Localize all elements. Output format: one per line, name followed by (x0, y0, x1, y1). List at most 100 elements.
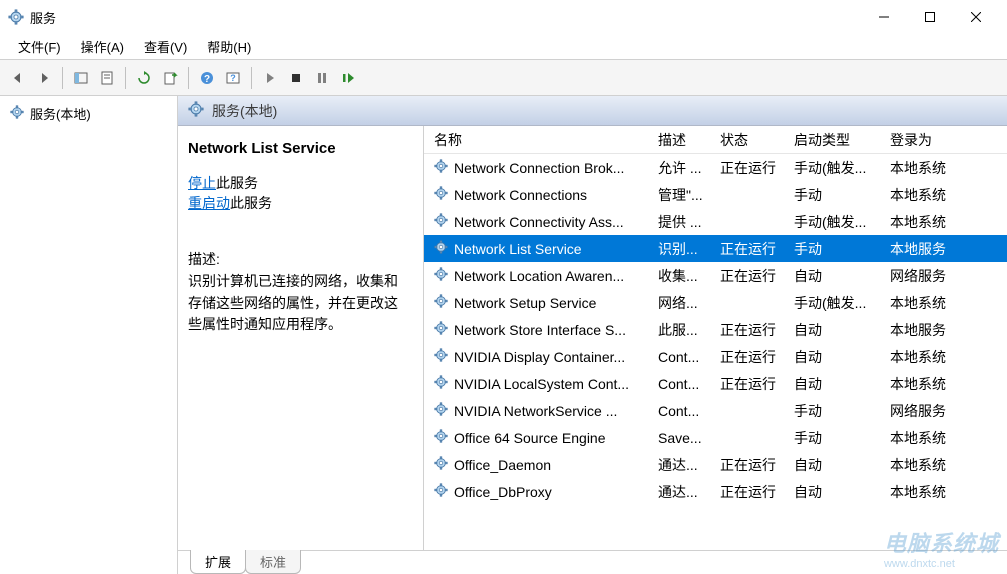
tab-extended[interactable]: 扩展 (190, 550, 246, 574)
menu-action[interactable]: 操作(A) (71, 34, 134, 59)
service-name: Office_Daemon (454, 457, 551, 473)
service-row[interactable]: NVIDIA LocalSystem Cont...Cont...正在运行自动本… (424, 370, 1007, 397)
gear-icon (434, 375, 448, 392)
service-name: Network Setup Service (454, 295, 596, 311)
service-logon: 网络服务 (880, 266, 970, 286)
service-startup: 自动 (784, 320, 880, 340)
service-row[interactable]: Office_Daemon通达...正在运行自动本地系统 (424, 451, 1007, 478)
service-row[interactable]: Network Connectivity Ass...提供 ...手动(触发..… (424, 208, 1007, 235)
pane-header: 服务(本地) (178, 96, 1007, 126)
console-tree: 服务(本地) (0, 96, 178, 574)
service-name: NVIDIA Display Container... (454, 349, 625, 365)
properties-button[interactable] (95, 66, 119, 90)
gear-icon (434, 240, 448, 257)
tab-standard[interactable]: 标准 (245, 550, 301, 574)
service-status: 正在运行 (710, 266, 784, 286)
service-row[interactable]: Network Location Awaren... 收集...正在运行自动网络服… (424, 262, 1007, 289)
service-logon: 本地系统 (880, 212, 970, 232)
stop-service-link[interactable]: 停止 (188, 175, 216, 191)
service-desc: Cont... (648, 403, 710, 419)
service-desc: 收集... (648, 266, 710, 286)
menu-view[interactable]: 查看(V) (134, 34, 197, 59)
svg-text:?: ? (204, 74, 210, 85)
column-logon-as[interactable]: 登录为 (880, 130, 970, 150)
service-row[interactable]: NVIDIA Display Container...Cont...正在运行自动… (424, 343, 1007, 370)
stop-service-button[interactable] (284, 66, 308, 90)
service-row[interactable]: Office 64 Source EngineSave...手动本地系统 (424, 424, 1007, 451)
refresh-button[interactable] (132, 66, 156, 90)
service-startup: 自动 (784, 455, 880, 475)
detail-pane: Network List Service 停止此服务 重启动此服务 描述: 识别… (178, 126, 424, 550)
service-name: Network Connections (454, 187, 587, 203)
column-status[interactable]: 状态 (710, 130, 784, 150)
export-button[interactable] (158, 66, 182, 90)
service-logon: 本地系统 (880, 158, 970, 178)
column-description[interactable]: 描述 (648, 130, 710, 150)
separator (251, 67, 252, 89)
service-name: Office_DbProxy (454, 484, 552, 500)
service-row[interactable]: Network List Service识别...正在运行手动本地服务 (424, 235, 1007, 262)
service-desc: Save... (648, 430, 710, 446)
minimize-button[interactable] (861, 2, 907, 32)
toolbar: ? ? (0, 60, 1007, 96)
service-desc: 网络... (648, 293, 710, 313)
service-startup: 自动 (784, 374, 880, 394)
service-startup: 手动 (784, 239, 880, 259)
tree-item-services-local[interactable]: 服务(本地) (4, 100, 173, 127)
title-bar: 服务 (0, 0, 1007, 34)
service-status: 正在运行 (710, 239, 784, 259)
service-desc: Cont... (648, 376, 710, 392)
forward-button[interactable] (32, 66, 56, 90)
service-row[interactable]: NVIDIA NetworkService ...Cont...手动网络服务 (424, 397, 1007, 424)
service-startup: 手动(触发... (784, 293, 880, 313)
stop-suffix: 此服务 (216, 175, 258, 191)
description-text: 识别计算机已连接的网络，收集和存储这些网络的属性，并在更改这些属性时通知应用程序… (188, 271, 407, 336)
service-row[interactable]: Network Connection Brok...允许 ...正在运行手动(触… (424, 154, 1007, 181)
service-row[interactable]: Network Store Interface S...此服...正在运行自动本… (424, 316, 1007, 343)
service-startup: 手动 (784, 401, 880, 421)
restart-service-button[interactable] (336, 66, 360, 90)
service-startup: 自动 (784, 482, 880, 502)
service-name: Network Location Awaren... (454, 268, 624, 284)
service-name: NVIDIA NetworkService ... (454, 403, 617, 419)
pane-header-title: 服务(本地) (212, 101, 277, 121)
service-logon: 本地系统 (880, 293, 970, 313)
close-button[interactable] (953, 2, 999, 32)
column-name[interactable]: 名称 (424, 130, 648, 150)
pause-service-button[interactable] (310, 66, 334, 90)
list-body[interactable]: Network Connection Brok...允许 ...正在运行手动(触… (424, 154, 1007, 550)
service-row[interactable]: Office_DbProxy通达...正在运行自动本地系统 (424, 478, 1007, 505)
gear-icon (434, 294, 448, 311)
column-startup-type[interactable]: 启动类型 (784, 130, 880, 150)
show-hide-tree-button[interactable] (69, 66, 93, 90)
service-desc: 提供 ... (648, 212, 710, 232)
service-status: 正在运行 (710, 158, 784, 178)
service-row[interactable]: Network Connections管理"...手动本地系统 (424, 181, 1007, 208)
service-desc: 通达... (648, 482, 710, 502)
service-logon: 本地系统 (880, 455, 970, 475)
service-startup: 自动 (784, 266, 880, 286)
menu-help[interactable]: 帮助(H) (197, 34, 261, 59)
service-name: Network List Service (454, 241, 582, 257)
result-pane: 服务(本地) Network List Service 停止此服务 重启动此服务… (178, 96, 1007, 574)
separator (62, 67, 63, 89)
service-desc: 管理"... (648, 185, 710, 205)
help2-button[interactable]: ? (221, 66, 245, 90)
start-service-button[interactable] (258, 66, 282, 90)
gear-icon (434, 186, 448, 203)
service-desc: 通达... (648, 455, 710, 475)
menu-file[interactable]: 文件(F) (8, 34, 71, 59)
service-row[interactable]: Network Setup Service 网络... 手动(触发...本地系统 (424, 289, 1007, 316)
service-status: 正在运行 (710, 482, 784, 502)
back-button[interactable] (6, 66, 30, 90)
help-button[interactable]: ? (195, 66, 219, 90)
restart-service-link[interactable]: 重启动 (188, 195, 230, 211)
service-startup: 手动 (784, 428, 880, 448)
app-icon (8, 9, 24, 25)
service-name: NVIDIA LocalSystem Cont... (454, 376, 629, 392)
gear-icon (434, 402, 448, 419)
service-name: Network Store Interface S... (454, 322, 626, 338)
service-startup: 手动(触发... (784, 158, 880, 178)
maximize-button[interactable] (907, 2, 953, 32)
service-desc: 此服... (648, 320, 710, 340)
